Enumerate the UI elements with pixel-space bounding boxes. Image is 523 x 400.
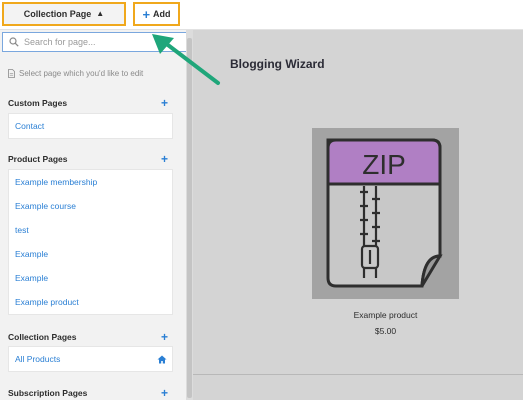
custom-pages-list: Contact — [8, 113, 173, 139]
product-price: $5.00 — [374, 326, 397, 336]
section-custom-pages: Custom Pages + — [8, 97, 168, 109]
plus-icon: + — [142, 6, 151, 22]
page-item-label: Example course — [15, 201, 76, 211]
page-item-example-membership[interactable]: Example membership — [9, 170, 172, 194]
page-item-label: Contact — [15, 121, 45, 131]
section-divider — [193, 374, 523, 375]
page-type-dropdown[interactable]: Collection Page ▲ — [2, 2, 126, 26]
page-item-label: Example membership — [15, 177, 98, 187]
page-item-example[interactable]: Example — [9, 242, 172, 266]
edit-hint: Select page which you'd like to edit — [8, 69, 143, 78]
section-title: Subscription Pages — [8, 388, 88, 398]
add-page-button[interactable]: + Add — [133, 2, 180, 26]
page-item-test[interactable]: test — [9, 218, 172, 242]
page-item-contact[interactable]: Contact — [9, 114, 172, 138]
chevron-up-icon: ▲ — [96, 9, 105, 18]
annotation-arrow — [152, 34, 220, 85]
home-icon — [157, 355, 167, 363]
add-collection-page-icon[interactable]: + — [161, 331, 168, 343]
page-preview: Blogging Wizard ZIP Example product $5.0… — [193, 30, 523, 400]
page-item-label: Example product — [15, 297, 79, 307]
page-item-example-product[interactable]: Example product — [9, 290, 172, 314]
store-title: Blogging Wizard — [230, 57, 325, 71]
edit-hint-text: Select page which you'd like to edit — [19, 69, 144, 78]
add-label: Add — [153, 9, 171, 19]
section-subscription-pages: Subscription Pages + — [8, 387, 168, 399]
scrollbar-thumb[interactable] — [187, 38, 192, 398]
page-item-all-products[interactable]: All Products — [9, 347, 172, 371]
search-icon — [9, 37, 19, 47]
page-item-label: Example — [15, 249, 49, 259]
page-item-example[interactable]: Example — [9, 266, 172, 290]
top-toolbar: Collection Page ▲ + Add — [0, 0, 523, 30]
add-subscription-page-icon[interactable]: + — [161, 387, 168, 399]
zip-file-icon: ZIP — [326, 138, 443, 288]
section-collection-pages: Collection Pages + — [8, 331, 168, 343]
product-image[interactable]: ZIP — [312, 128, 459, 299]
collection-pages-list: All Products — [8, 346, 173, 372]
document-icon — [8, 69, 15, 78]
page-item-label: test — [15, 225, 29, 235]
page-item-label: Example — [15, 273, 49, 283]
page-item-label: All Products — [15, 354, 61, 364]
add-product-page-icon[interactable]: + — [161, 153, 168, 165]
product-pages-list: Example membership Example course test E… — [8, 169, 173, 315]
product-name[interactable]: Example product — [288, 310, 483, 320]
section-product-pages: Product Pages + — [8, 153, 168, 165]
section-title: Product Pages — [8, 154, 68, 164]
page-type-label: Collection Page — [23, 9, 92, 19]
section-title: Collection Pages — [8, 332, 77, 342]
page-item-example-course[interactable]: Example course — [9, 194, 172, 218]
section-title: Custom Pages — [8, 98, 68, 108]
zip-label: ZIP — [362, 149, 406, 180]
add-custom-page-icon[interactable]: + — [161, 97, 168, 109]
